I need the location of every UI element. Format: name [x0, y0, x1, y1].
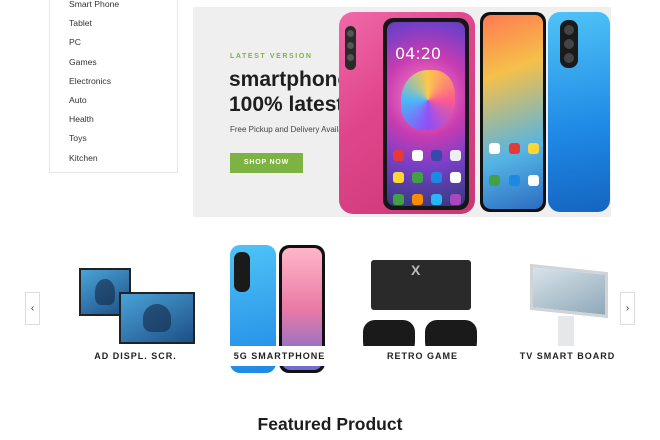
sidebar-item-pc[interactable]: PC [50, 33, 177, 52]
sidebar-item-auto[interactable]: Auto [50, 91, 177, 110]
blue-smartphone-back-image [548, 12, 610, 212]
sidebar-item-electronics[interactable]: Electronics [50, 72, 177, 91]
blue-smartphone-front-image [480, 12, 546, 212]
hero-subtitle: Free Pickup and Delivery Available [230, 125, 354, 134]
phone-clock: 04:20 [395, 44, 442, 63]
sidebar-item-smart-phone[interactable]: Smart Phone [50, 0, 177, 14]
category-card-5g-smartphone[interactable]: 5G SMARTPHONE [212, 240, 347, 375]
sidebar-item-health[interactable]: Health [50, 110, 177, 129]
wallpaper-flower [401, 70, 455, 130]
category-label: TV SMART BOARD [500, 346, 635, 366]
sidebar-item-tablet[interactable]: Tablet [50, 14, 177, 33]
app-icon-row [489, 143, 539, 154]
carousel-next-button[interactable]: › [620, 292, 635, 325]
category-label: RETRO GAME [355, 346, 490, 366]
camera-module [345, 26, 356, 70]
category-label: 5G SMARTPHONE [212, 346, 347, 366]
category-card-retro-game[interactable]: RETRO GAME [355, 240, 490, 375]
pink-smartphone-image: 04:20 [339, 12, 475, 214]
carousel-prev-button[interactable]: ‹ [25, 292, 40, 325]
phone-screen: 04:20 [383, 18, 469, 210]
hero-banner: LATEST VERSION smartphone 100% latest Fr… [193, 7, 611, 217]
sidebar-item-games[interactable]: Games [50, 53, 177, 72]
featured-product-heading: Featured Product [257, 414, 403, 434]
hero-tag: LATEST VERSION [230, 53, 313, 60]
shop-now-button[interactable]: SHOP NOW [230, 153, 303, 173]
category-card-ad-display[interactable]: AD DISPL. SCR. [68, 240, 203, 375]
sidebar-item-toys[interactable]: Toys [50, 129, 177, 148]
app-icon-row [393, 172, 461, 183]
app-icon-row [393, 150, 461, 161]
category-card-tv-smart-board[interactable]: TV SMART BOARD [500, 240, 635, 375]
dock-icon-row [393, 194, 461, 205]
sidebar-item-kitchen[interactable]: Kitchen [50, 149, 177, 168]
category-sidebar: Smart Phone Tablet PC Games Electronics … [49, 0, 178, 173]
category-list: Smart Phone Tablet PC Games Electronics … [50, 0, 177, 168]
category-label: AD DISPL. SCR. [68, 346, 203, 366]
app-icon-row [489, 175, 539, 186]
camera-module [560, 20, 578, 68]
